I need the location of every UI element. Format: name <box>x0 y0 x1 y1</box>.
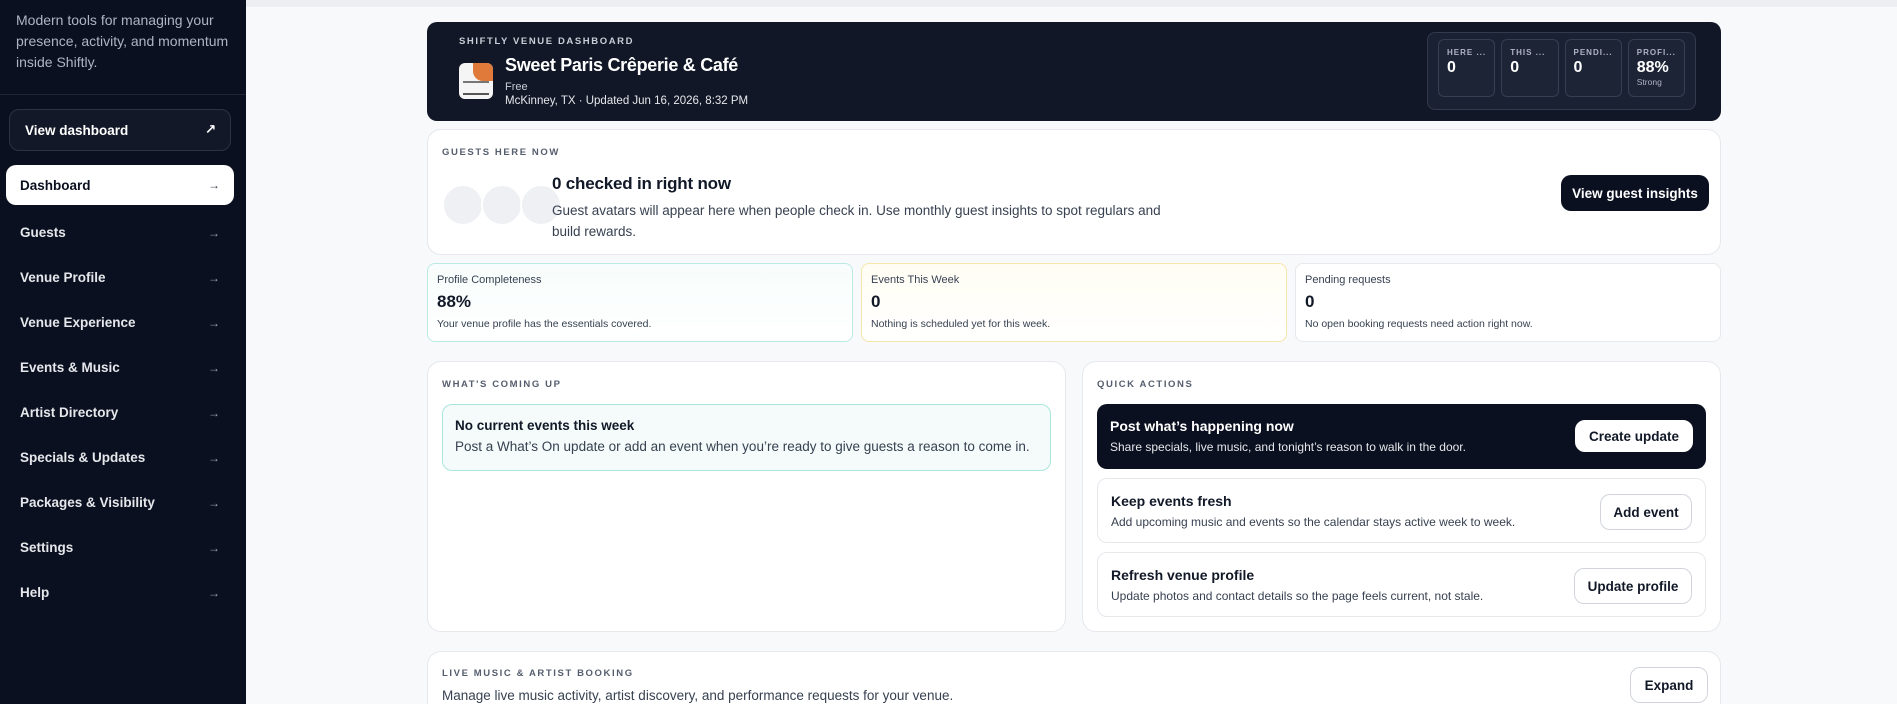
quick-action-profile: Refresh venue profile Update photos and … <box>1097 552 1706 617</box>
stat-label: HERE ... <box>1447 48 1487 57</box>
guest-avatars <box>442 184 562 226</box>
metric-label: Profile Completeness <box>437 274 542 286</box>
metric-note: No open booking requests need action rig… <box>1305 318 1533 330</box>
stat-label: PENDI... <box>1573 48 1613 57</box>
metric-value: 0 <box>871 292 881 311</box>
no-events-title: No current events this week <box>455 418 635 433</box>
sidebar-item-label: Packages & Visibility <box>20 495 155 510</box>
external-link-icon: ↗ <box>204 122 216 137</box>
metric-note: Nothing is scheduled yet for this week. <box>871 318 1051 330</box>
add-event-button[interactable]: Add event <box>1600 494 1692 530</box>
stat-sub: Strong <box>1636 77 1662 87</box>
arrow-right-icon: → <box>208 540 220 555</box>
metric-value: 0 <box>1305 292 1315 311</box>
stat-value: 88% <box>1636 59 1669 76</box>
sidebar-item-label: Help <box>20 585 50 600</box>
arrow-right-icon: → <box>208 405 220 420</box>
create-update-button[interactable]: Create update <box>1575 420 1693 452</box>
metric-label: Events This Week <box>871 274 960 286</box>
venue-meta: McKinney, TX · Updated Jun 16, 2026, 8:3… <box>505 95 749 107</box>
quick-action-events: Keep events fresh Add upcoming music and… <box>1097 478 1706 543</box>
sidebar-item-settings[interactable]: Settings → <box>0 525 246 570</box>
sidebar-item-guests[interactable]: Guests → <box>0 210 246 255</box>
stat-value: 0 <box>1447 59 1456 76</box>
sidebar-nav: Dashboard → Guests → Venue Profile → Ven… <box>0 165 246 615</box>
no-events-description: Post a What’s On update or add an event … <box>455 439 1030 454</box>
quick-actions-card: QUICK ACTIONS Post what’s happening now … <box>1082 361 1721 632</box>
view-dashboard-label: View dashboard <box>25 122 129 138</box>
metric-events-this-week: Events This Week 0 Nothing is scheduled … <box>861 263 1287 342</box>
quick-actions-eyebrow: QUICK ACTIONS <box>1097 379 1194 390</box>
sidebar: Modern tools for managing your presence,… <box>0 0 246 704</box>
arrow-right-icon: → <box>208 315 220 330</box>
guests-here-now-card: GUESTS HERE NOW 0 checked in right now G… <box>427 129 1721 255</box>
no-events-notice: No current events this week Post a What’… <box>442 404 1051 471</box>
sidebar-tagline: Modern tools for managing your presence,… <box>0 0 246 95</box>
avatar <box>481 184 523 226</box>
stat-here-now: HERE ... 0 <box>1438 39 1496 97</box>
sidebar-item-venue-profile[interactable]: Venue Profile → <box>0 255 246 300</box>
stat-value: 0 <box>1573 59 1583 76</box>
sidebar-item-packages-visibility[interactable]: Packages & Visibility → <box>0 480 246 525</box>
sidebar-item-help[interactable]: Help → <box>0 570 246 615</box>
expand-button[interactable]: Expand <box>1630 667 1708 703</box>
arrow-right-icon: → <box>208 225 220 240</box>
guests-title: 0 checked in right now <box>552 174 731 193</box>
sidebar-item-specials-updates[interactable]: Specials & Updates → <box>0 435 246 480</box>
top-strip <box>246 0 1897 7</box>
metric-pending-requests: Pending requests 0 No open booking reque… <box>1295 263 1721 342</box>
venue-logo <box>459 63 493 99</box>
sidebar-item-label: Specials & Updates <box>20 450 146 465</box>
arrow-right-icon: → <box>208 585 220 600</box>
sidebar-item-dashboard[interactable]: Dashboard → <box>6 165 234 205</box>
metric-value: 88% <box>437 292 472 311</box>
view-guest-insights-button[interactable]: View guest insights <box>1561 175 1709 211</box>
view-dashboard-button[interactable]: View dashboard ↗ <box>9 109 231 151</box>
stat-label: THIS ... <box>1510 48 1546 57</box>
sidebar-item-label: Venue Experience <box>20 315 136 330</box>
quick-action-post-update: Post what’s happening now Share specials… <box>1097 404 1706 469</box>
arrow-right-icon: → <box>208 450 220 465</box>
venue-name: Sweet Paris Crêperie & Café <box>505 55 739 75</box>
metric-profile-completeness: Profile Completeness 88% Your venue prof… <box>427 263 853 342</box>
sidebar-item-venue-experience[interactable]: Venue Experience → <box>0 300 246 345</box>
sidebar-item-label: Guests <box>20 225 66 240</box>
main-content: SHIFTLY VENUE DASHBOARD Sweet Paris Crêp… <box>246 0 1897 704</box>
sidebar-item-label: Venue Profile <box>20 270 106 285</box>
venue-tier: Free <box>505 81 528 93</box>
upcoming-eyebrow: WHAT'S COMING UP <box>442 379 562 390</box>
sidebar-item-label: Dashboard <box>20 177 91 193</box>
stat-pending: PENDI... 0 <box>1564 39 1622 97</box>
sidebar-item-label: Events & Music <box>20 360 120 375</box>
hero-eyebrow: SHIFTLY VENUE DASHBOARD <box>459 36 635 47</box>
sidebar-item-artist-directory[interactable]: Artist Directory → <box>0 390 246 435</box>
live-music-card: LIVE MUSIC & ARTIST BOOKING Manage live … <box>427 651 1721 704</box>
stat-label: PROFI... <box>1636 48 1676 57</box>
arrow-right-icon: → <box>208 270 220 285</box>
metric-label: Pending requests <box>1305 274 1391 286</box>
stat-profile: PROFI... 88% Strong <box>1627 39 1685 97</box>
guests-eyebrow: GUESTS HERE NOW <box>442 147 560 158</box>
hero-stats: HERE ... 0 THIS ... 0 PENDI... 0 PROFI..… <box>1427 32 1696 110</box>
avatar <box>442 184 484 226</box>
stat-value: 0 <box>1510 59 1520 76</box>
sidebar-item-events-music[interactable]: Events & Music → <box>0 345 246 390</box>
venue-hero: SHIFTLY VENUE DASHBOARD Sweet Paris Crêp… <box>427 22 1721 121</box>
metric-note: Your venue profile has the essentials co… <box>437 318 652 330</box>
arrow-right-icon: → <box>208 178 220 192</box>
sidebar-item-label: Artist Directory <box>20 405 119 420</box>
update-profile-button[interactable]: Update profile <box>1574 568 1692 604</box>
live-music-eyebrow: LIVE MUSIC & ARTIST BOOKING <box>442 668 634 679</box>
sidebar-item-label: Settings <box>20 540 74 555</box>
live-music-description: Manage live music activity, artist disco… <box>442 688 954 703</box>
arrow-right-icon: → <box>208 360 220 375</box>
arrow-right-icon: → <box>208 495 220 510</box>
guests-description: Guest avatars will appear here when peop… <box>552 203 1161 239</box>
stat-this-week: THIS ... 0 <box>1501 39 1559 97</box>
whats-coming-up-card: WHAT'S COMING UP No current events this … <box>427 361 1066 632</box>
